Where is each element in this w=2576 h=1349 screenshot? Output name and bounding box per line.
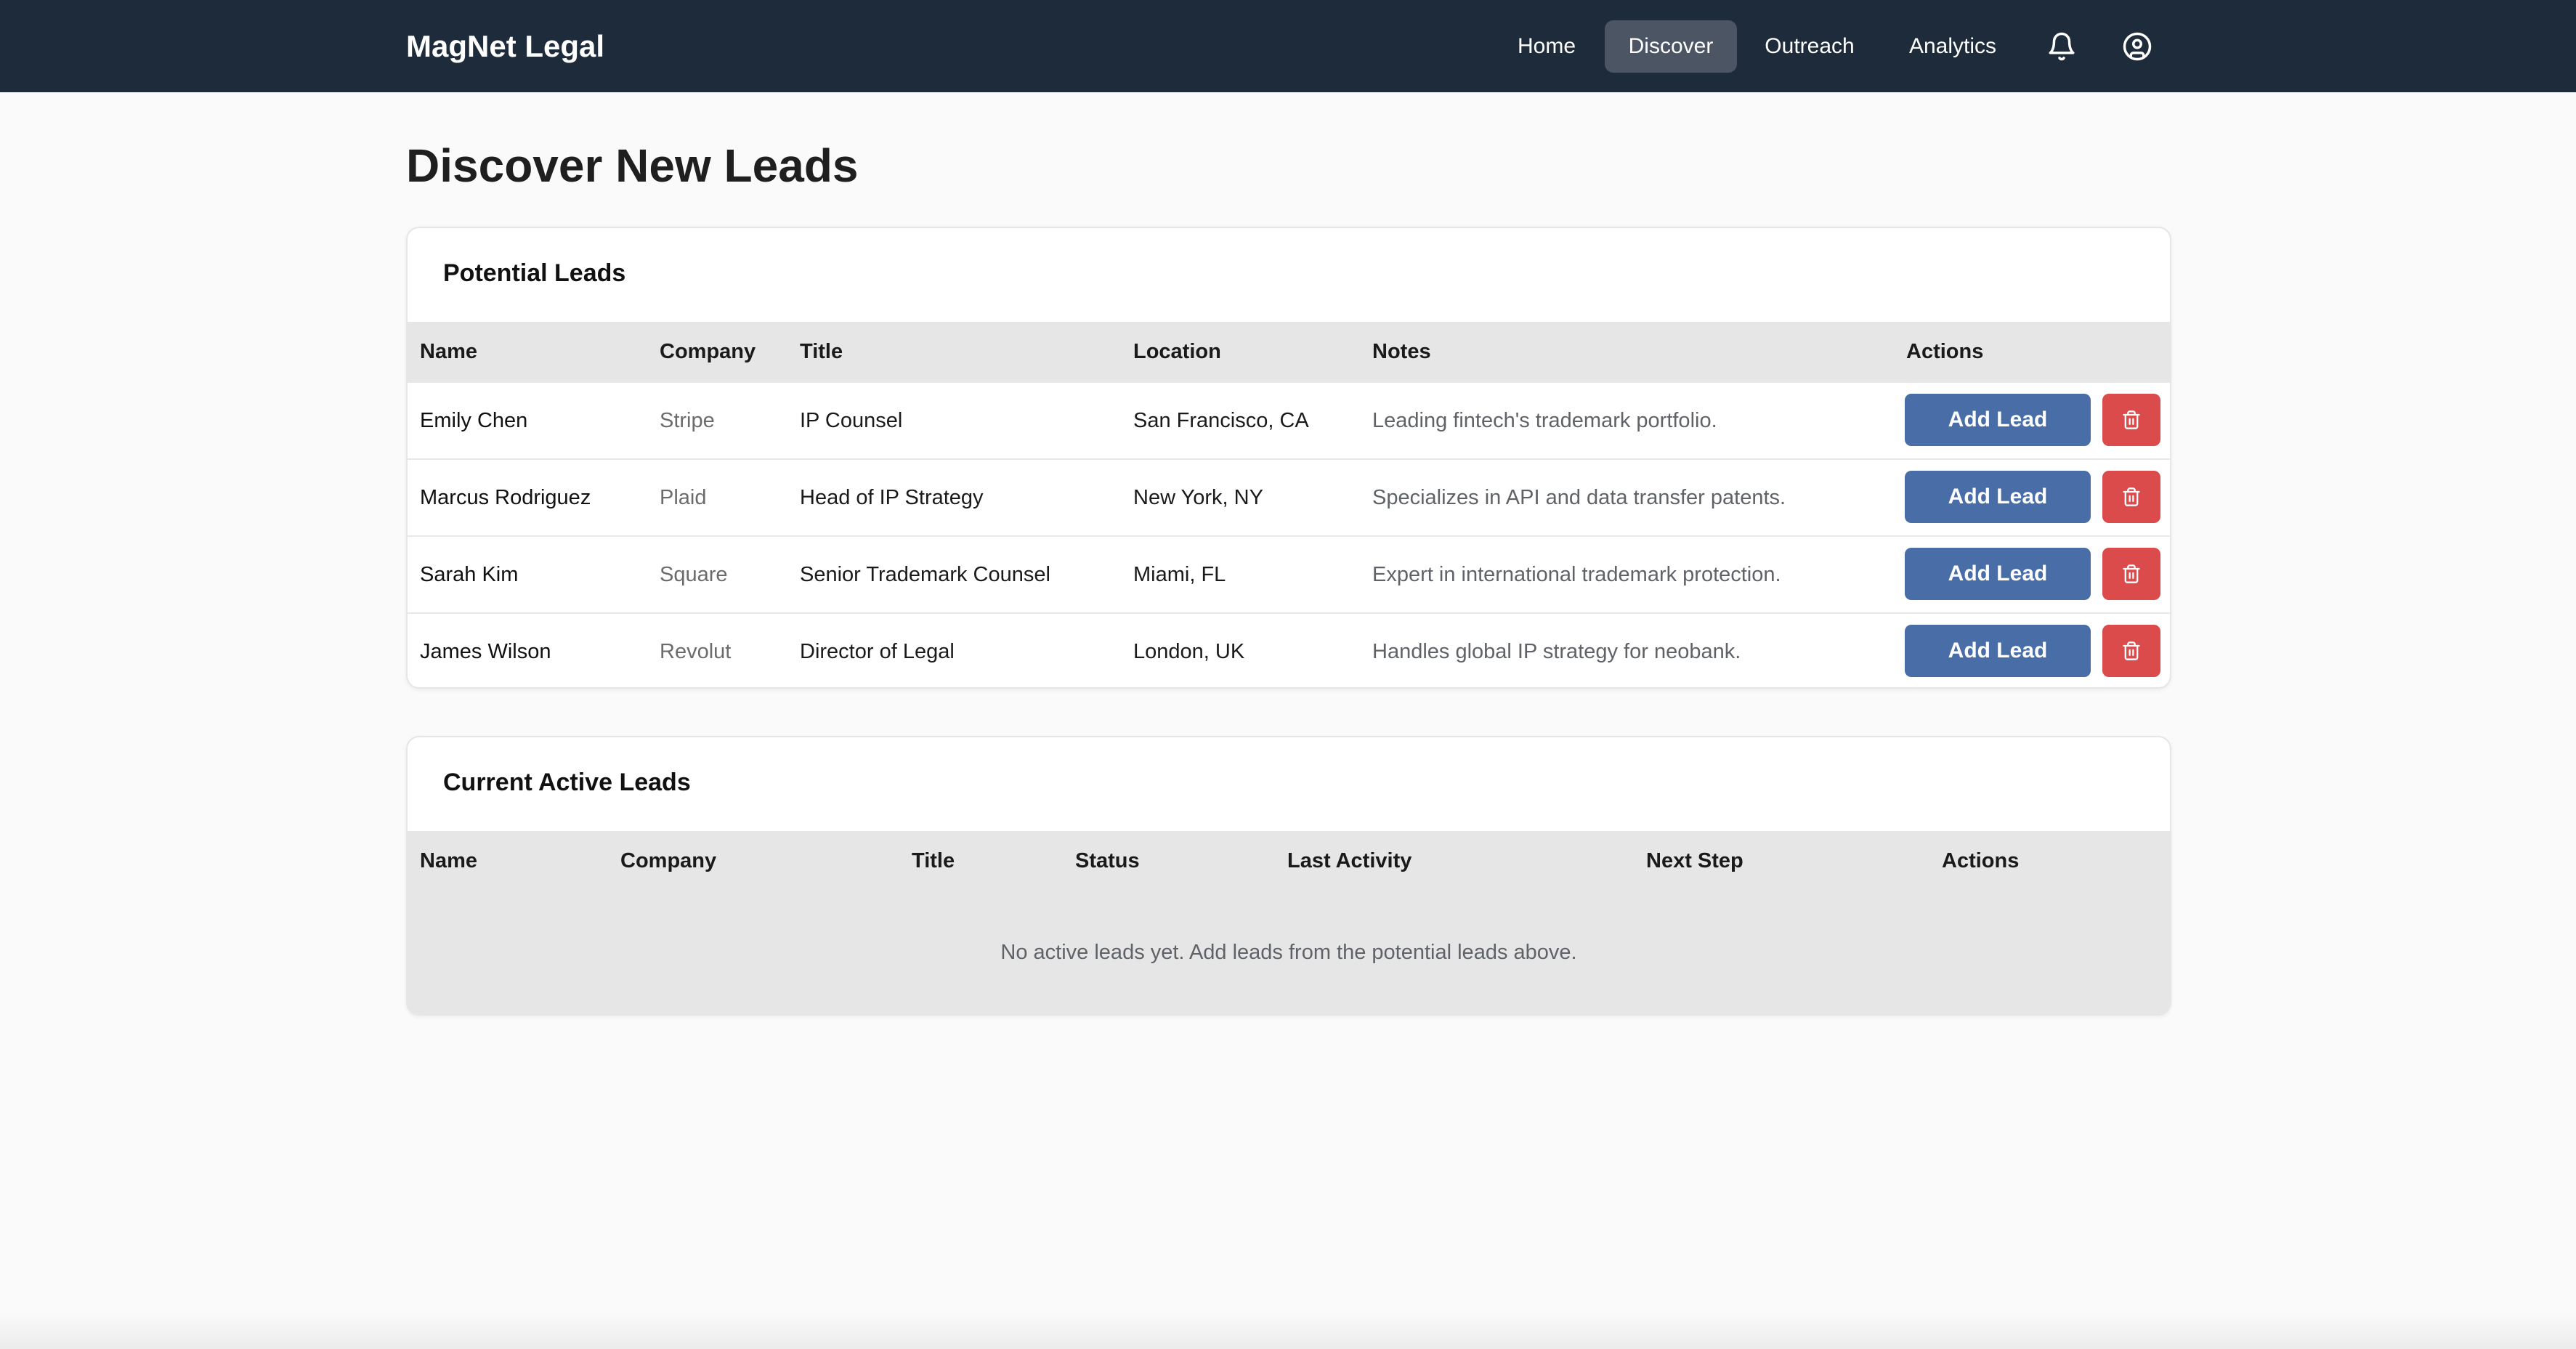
lead-title: Head of IP Strategy (800, 486, 984, 509)
lead-name: Sarah Kim (420, 563, 519, 586)
potential-leads-header: Name Company Title Location Notes Action… (408, 322, 2170, 381)
column-header-last-activity: Last Activity (1287, 849, 1412, 872)
column-header-title: Title (912, 849, 955, 872)
delete-lead-button[interactable] (2102, 625, 2160, 677)
column-header-name: Name (420, 849, 477, 872)
lead-title: IP Counsel (800, 409, 903, 432)
lead-title: Senior Trademark Counsel (800, 563, 1050, 586)
add-lead-button[interactable]: Add Lead (1905, 471, 2091, 523)
empty-state-message: No active leads yet. Add leads from the … (408, 891, 2170, 1014)
add-lead-button[interactable]: Add Lead (1905, 548, 2091, 600)
lead-name: Emily Chen (420, 409, 528, 432)
brand-logo[interactable]: MagNet Legal (406, 0, 604, 92)
column-header-actions: Actions (1942, 849, 2020, 872)
column-header-company: Company (660, 340, 756, 363)
trash-icon (2123, 641, 2140, 660)
column-header-notes: Notes (1372, 340, 1431, 363)
lead-location: New York, NY (1133, 486, 1263, 509)
active-leads-card: Current Active Leads Name Company Title … (406, 736, 2171, 1016)
delete-lead-button[interactable] (2102, 548, 2160, 600)
bell-icon[interactable] (2046, 31, 2077, 62)
lead-title: Director of Legal (800, 640, 955, 663)
column-header-next-step: Next Step (1646, 849, 1743, 872)
lead-location: Miami, FL (1133, 563, 1226, 586)
trash-icon (2123, 487, 2140, 506)
add-lead-button[interactable]: Add Lead (1905, 625, 2091, 677)
table-row: James Wilson Revolut Director of Legal L… (408, 612, 2170, 687)
column-header-status: Status (1075, 849, 1140, 872)
column-header-actions: Actions (1906, 340, 1984, 363)
lead-company: Stripe (660, 409, 715, 432)
trash-icon (2123, 564, 2140, 583)
delete-lead-button[interactable] (2102, 394, 2160, 446)
lead-company: Square (660, 563, 728, 586)
lead-notes: Handles global IP strategy for neobank. (1372, 640, 1741, 663)
delete-lead-button[interactable] (2102, 471, 2160, 523)
lead-company: Plaid (660, 486, 707, 509)
lead-location: San Francisco, CA (1133, 409, 1309, 432)
nav-outreach[interactable]: Outreach (1754, 20, 1865, 73)
page-title: Discover New Leads (406, 139, 859, 192)
potential-leads-card: Potential Leads Name Company Title Locat… (406, 227, 2171, 689)
table-row: Sarah Kim Square Senior Trademark Counse… (408, 535, 2170, 612)
table-row: Emily Chen Stripe IP Counsel San Francis… (408, 381, 2170, 458)
add-lead-button[interactable]: Add Lead (1905, 394, 2091, 446)
lead-company: Revolut (660, 640, 732, 663)
column-header-company: Company (620, 849, 717, 872)
column-header-name: Name (420, 340, 477, 363)
lead-notes: Expert in international trademark protec… (1372, 563, 1781, 586)
user-circle-icon[interactable] (2122, 31, 2152, 62)
bottom-shadow (0, 1313, 2576, 1349)
table-row: Marcus Rodriguez Plaid Head of IP Strate… (408, 458, 2170, 535)
lead-notes: Specializes in API and data transfer pat… (1372, 486, 1786, 509)
active-leads-title: Current Active Leads (443, 769, 691, 796)
column-header-title: Title (800, 340, 843, 363)
lead-name: James Wilson (420, 640, 551, 663)
nav-analytics[interactable]: Analytics (1892, 20, 2013, 73)
column-header-location: Location (1133, 340, 1221, 363)
potential-leads-title: Potential Leads (443, 259, 626, 287)
lead-name: Marcus Rodriguez (420, 486, 591, 509)
top-navbar: MagNet Legal Home Discover Outreach Anal… (0, 0, 2576, 92)
trash-icon (2123, 410, 2140, 429)
lead-location: London, UK (1133, 640, 1245, 663)
nav-home[interactable]: Home (1506, 20, 1587, 73)
nav-discover[interactable]: Discover (1605, 20, 1737, 73)
active-leads-header: Name Company Title Status Last Activity … (408, 831, 2170, 891)
lead-notes: Leading fintech's trademark portfolio. (1372, 409, 1717, 432)
